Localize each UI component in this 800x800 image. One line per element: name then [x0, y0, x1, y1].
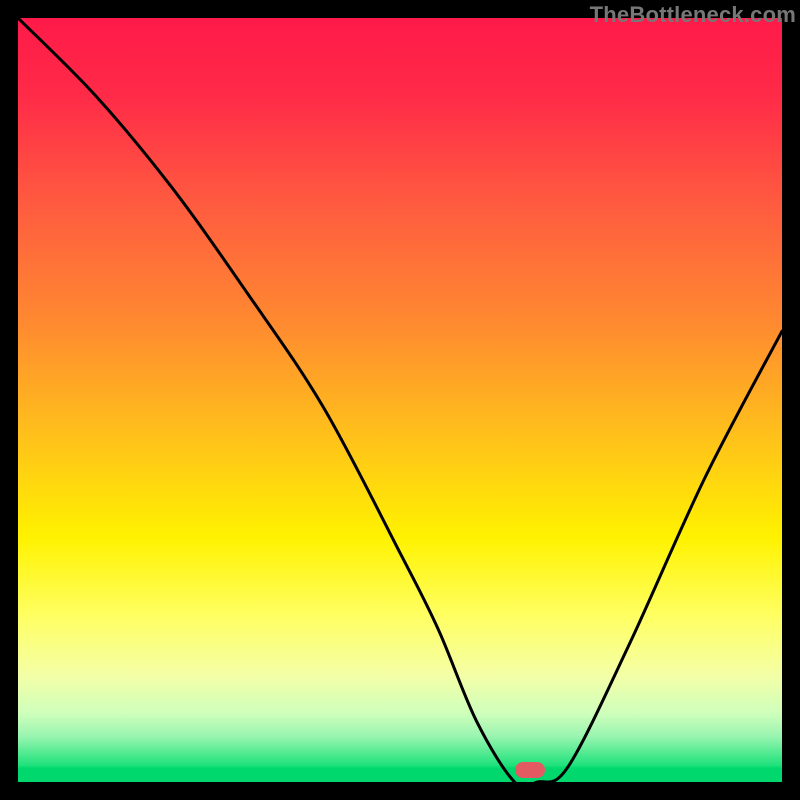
plot-area: [18, 18, 782, 782]
watermark-label: TheBottleneck.com: [590, 2, 796, 28]
optimum-marker: [515, 762, 545, 778]
curve-path: [18, 18, 782, 782]
chart-frame: TheBottleneck.com: [0, 0, 800, 800]
bottleneck-curve: [18, 18, 782, 782]
